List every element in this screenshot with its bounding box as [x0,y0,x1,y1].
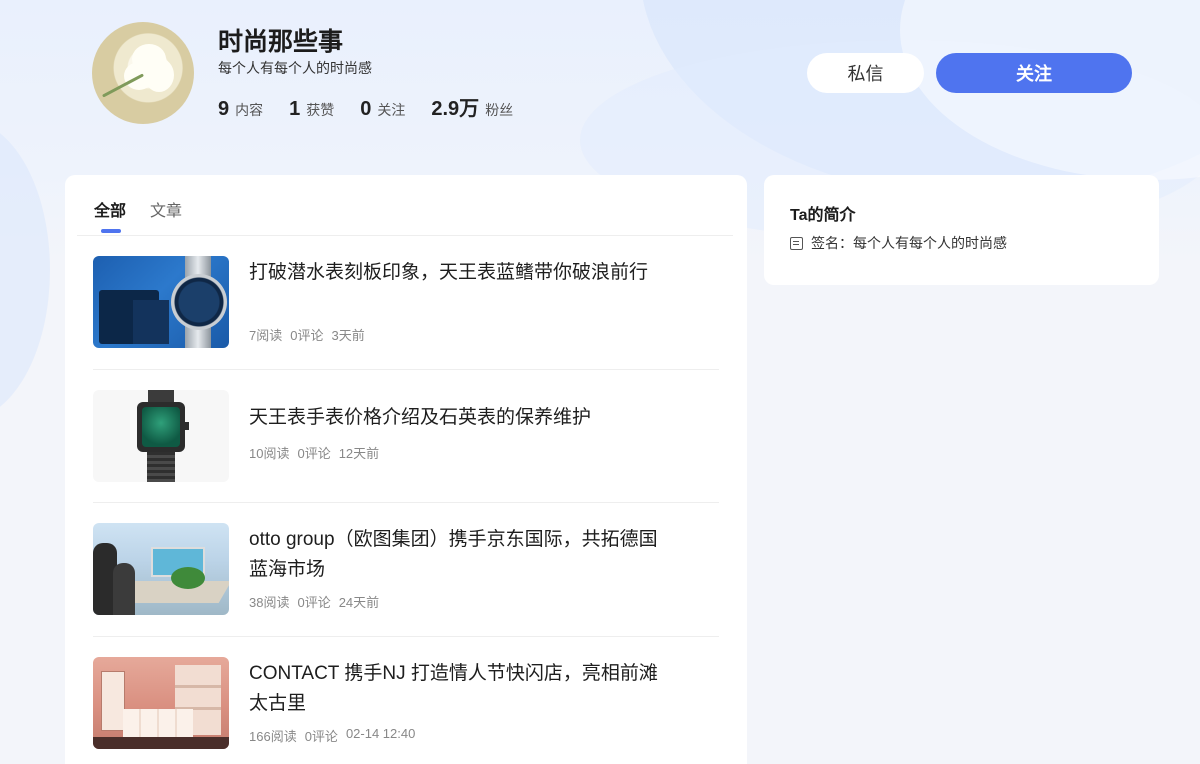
message-button[interactable]: 私信 [807,53,924,93]
tab-articles[interactable]: 文章 [150,197,182,221]
divider [93,502,719,503]
list-item[interactable]: CONTACT 携手NJ 打造情人节快闪店，亮相前滩太古里 166阅读 0评论 … [93,657,719,757]
publish-time: 12天前 [338,446,380,461]
document-icon [790,236,803,250]
read-count: 7阅读 [249,328,283,343]
comment-count: 0评论 [297,446,331,461]
article-title[interactable]: 打破潜水表刻板印象，天王表蓝鳍带你破浪前行 [249,258,669,288]
tab-label: 文章 [150,203,183,220]
content-card: 全部 文章 打破潜水表刻板印象，天王表蓝鳍带你破浪前行 7阅读 0评论 3天前 … [65,175,747,764]
publish-time: 3天前 [331,328,365,343]
follow-button[interactable]: 关注 [936,53,1132,93]
intro-signature: 签名：每个人有每个人的时尚感 [790,233,1007,253]
stat-value: 2.9万 [431,98,480,120]
stat-label: 内容 [235,102,264,118]
comment-count: 0评论 [304,729,338,744]
publish-time: 24天前 [338,595,380,610]
stat-label: 粉丝 [485,102,514,118]
read-count: 10阅读 [249,446,290,461]
stat-label: 获赞 [306,102,335,118]
stat-label: 关注 [377,102,406,118]
tabs-divider [77,235,733,236]
profile-stats: 9 内容 1 获赞 0 关注 2.9万 粉丝 [218,92,539,121]
stat-value: 1 [289,98,301,120]
avatar[interactable] [92,22,194,124]
list-item[interactable]: 打破潜水表刻板印象，天王表蓝鳍带你破浪前行 7阅读 0评论 3天前 [93,256,719,370]
read-count: 38阅读 [249,595,290,610]
stat-following[interactable]: 0 关注 [360,98,405,121]
article-meta: 38阅读 0评论 24天前 [249,592,387,611]
read-count: 166阅读 [249,729,297,744]
comment-count: 0评论 [290,328,324,343]
stat-value: 0 [360,98,372,120]
article-meta: 166阅读 0评论 02-14 12:40 [249,726,423,745]
stat-followers[interactable]: 2.9万 粉丝 [431,92,513,121]
article-thumbnail[interactable] [93,256,229,348]
publish-time: 02-14 12:40 [345,726,416,741]
signature-text: 签名：每个人有每个人的时尚感 [811,235,1007,251]
stat-likes: 1 获赞 [289,98,334,121]
divider [93,636,719,637]
article-thumbnail[interactable] [93,657,229,749]
article-title[interactable]: CONTACT 携手NJ 打造情人节快闪店，亮相前滩太古里 [249,659,669,719]
tab-all[interactable]: 全部 [94,197,127,233]
profile-motto: 每个人有每个人的时尚感 [218,60,372,76]
article-thumbnail[interactable] [93,523,229,615]
article-thumbnail[interactable] [93,390,229,482]
article-title[interactable]: otto group（欧图集团）携手京东国际，共拓德国蓝海市场 [249,525,669,585]
comment-count: 0评论 [297,595,331,610]
list-item[interactable]: 天王表手表价格介绍及石英表的保养维护 10阅读 0评论 12天前 [93,390,719,503]
article-title[interactable]: 天王表手表价格介绍及石英表的保养维护 [249,403,669,433]
article-meta: 10阅读 0评论 12天前 [249,443,387,462]
profile-name: 时尚那些事 [218,28,344,56]
intro-card: Ta的简介 签名：每个人有每个人的时尚感 [764,175,1159,285]
tab-label: 全部 [94,203,127,220]
article-meta: 7阅读 0评论 3天前 [249,325,373,344]
divider [93,369,719,370]
active-tab-indicator [101,229,121,233]
list-item[interactable]: otto group（欧图集团）携手京东国际，共拓德国蓝海市场 38阅读 0评论… [93,523,719,637]
stat-content[interactable]: 9 内容 [218,98,263,121]
content-tabs: 全部 文章 [94,197,206,233]
intro-title: Ta的简介 [790,207,856,224]
stat-value: 9 [218,98,230,120]
